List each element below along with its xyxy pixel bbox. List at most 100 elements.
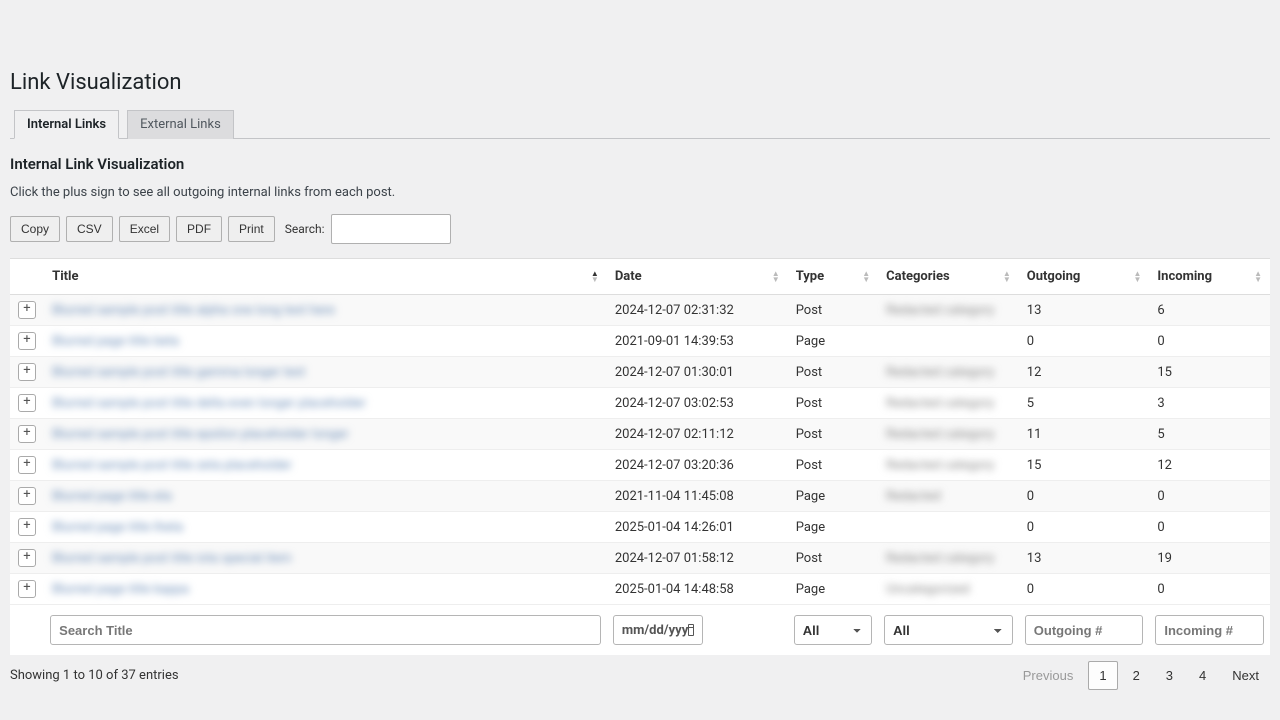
row-date: 2024-12-07 02:11:12	[607, 419, 788, 450]
pagination-next[interactable]: Next	[1221, 661, 1270, 690]
section-title: Internal Link Visualization	[10, 155, 1270, 173]
filter-categories-select[interactable]: All	[884, 615, 1013, 645]
sort-icon: ▲▼	[1254, 271, 1262, 283]
row-type: Post	[788, 295, 878, 326]
print-button[interactable]: Print	[228, 216, 275, 242]
expand-button[interactable]: +	[18, 332, 36, 350]
page-title: Link Visualization	[10, 70, 1270, 95]
row-incoming: 6	[1149, 295, 1270, 326]
row-categories: Redacted category	[886, 551, 994, 566]
expand-button[interactable]: +	[18, 580, 36, 598]
row-title[interactable]: Blurred sample post title gamma longer t…	[52, 365, 305, 380]
col-expand-header	[10, 259, 44, 295]
row-date: 2021-11-04 11:45:08	[607, 481, 788, 512]
sort-icon: ▲▼	[1003, 271, 1011, 283]
row-type: Post	[788, 388, 878, 419]
row-title[interactable]: Blurred page title kappa	[52, 582, 189, 597]
expand-button[interactable]: +	[18, 518, 36, 536]
csv-button[interactable]: CSV	[66, 216, 113, 242]
pagination-page-4[interactable]: 4	[1188, 661, 1217, 690]
col-date-header[interactable]: Date ▲▼	[607, 259, 788, 295]
row-title[interactable]: Blurred page title theta	[52, 520, 183, 535]
col-incoming-header[interactable]: Incoming ▲▼	[1149, 259, 1270, 295]
row-title[interactable]: Blurred sample post title zeta placehold…	[52, 458, 292, 473]
table-row: + Blurred sample post title alpha one lon…	[10, 295, 1270, 326]
expand-button[interactable]: +	[18, 301, 36, 319]
row-outgoing: 12	[1019, 357, 1150, 388]
expand-button[interactable]: +	[18, 363, 36, 381]
row-title[interactable]: Blurred page title beta	[52, 334, 179, 349]
row-incoming: 15	[1149, 357, 1270, 388]
pagination: Previous 1 2 3 4 Next	[1012, 661, 1270, 690]
filter-incoming-input[interactable]	[1155, 615, 1264, 645]
col-type-header[interactable]: Type ▲▼	[788, 259, 878, 295]
row-title[interactable]: Blurred sample post title delta even lon…	[52, 396, 366, 411]
entries-info: Showing 1 to 10 of 37 entries	[10, 668, 179, 683]
calendar-icon	[688, 624, 694, 636]
col-type-label: Type	[796, 269, 824, 284]
pagination-previous[interactable]: Previous	[1012, 661, 1085, 690]
row-incoming: 0	[1149, 481, 1270, 512]
filter-date-input[interactable]: mm/dd/yyy	[613, 615, 703, 645]
row-incoming: 3	[1149, 388, 1270, 419]
sort-icon: ▲▼	[772, 271, 780, 283]
row-title[interactable]: Blurred sample post title epsilon placeh…	[52, 427, 348, 442]
sort-icon: ▲▼	[591, 271, 599, 283]
row-type: Page	[788, 574, 878, 605]
table-row: + Blurred page title beta 2021-09-01 14:39…	[10, 326, 1270, 357]
pagination-page-3[interactable]: 3	[1155, 661, 1184, 690]
row-categories: Redacted	[886, 489, 941, 504]
row-incoming: 12	[1149, 450, 1270, 481]
filter-row: mm/dd/yyy All All	[10, 605, 1270, 656]
row-type: Post	[788, 543, 878, 574]
col-title-header[interactable]: Title ▲▼	[44, 259, 607, 295]
row-type: Post	[788, 419, 878, 450]
excel-button[interactable]: Excel	[119, 216, 170, 242]
row-categories: Uncategorized	[886, 582, 969, 597]
expand-button[interactable]: +	[18, 394, 36, 412]
row-incoming: 19	[1149, 543, 1270, 574]
row-categories: Redacted category	[886, 458, 994, 473]
row-incoming: 5	[1149, 419, 1270, 450]
row-date: 2025-01-04 14:26:01	[607, 512, 788, 543]
filter-title-input[interactable]	[50, 615, 601, 645]
toolbar: Copy CSV Excel PDF Print Search:	[10, 214, 1270, 244]
row-title[interactable]: Blurred sample post title alpha one long…	[52, 303, 334, 318]
row-date: 2021-09-01 14:39:53	[607, 326, 788, 357]
row-type: Page	[788, 512, 878, 543]
filter-type-select[interactable]: All	[794, 615, 872, 645]
search-input[interactable]	[331, 214, 451, 244]
copy-button[interactable]: Copy	[10, 216, 60, 242]
row-type: Post	[788, 450, 878, 481]
col-categories-header[interactable]: Categories ▲▼	[878, 259, 1019, 295]
row-outgoing: 13	[1019, 543, 1150, 574]
row-type: Page	[788, 481, 878, 512]
row-title[interactable]: Blurred sample post title iota special i…	[52, 551, 291, 566]
row-outgoing: 0	[1019, 481, 1150, 512]
links-table: Title ▲▼ Date ▲▼ Type ▲▼ Categories ▲▼ O…	[10, 258, 1270, 655]
row-categories: Redacted category	[886, 365, 994, 380]
row-title[interactable]: Blurred page title eta	[52, 489, 172, 504]
row-date: 2024-12-07 01:30:01	[607, 357, 788, 388]
row-date: 2024-12-07 03:02:53	[607, 388, 788, 419]
expand-button[interactable]: +	[18, 549, 36, 567]
expand-button[interactable]: +	[18, 456, 36, 474]
pagination-page-1[interactable]: 1	[1088, 661, 1117, 690]
tab-external-links[interactable]: External Links	[127, 110, 234, 139]
row-outgoing: 15	[1019, 450, 1150, 481]
expand-button[interactable]: +	[18, 487, 36, 505]
table-row: + Blurred page title eta 2021-11-04 11:45:…	[10, 481, 1270, 512]
row-outgoing: 11	[1019, 419, 1150, 450]
pdf-button[interactable]: PDF	[176, 216, 222, 242]
pagination-page-2[interactable]: 2	[1122, 661, 1151, 690]
tabs: Internal Links External Links	[10, 109, 1270, 139]
row-incoming: 0	[1149, 574, 1270, 605]
col-outgoing-header[interactable]: Outgoing ▲▼	[1019, 259, 1150, 295]
tab-internal-links[interactable]: Internal Links	[14, 110, 119, 139]
col-categories-label: Categories	[886, 269, 950, 284]
filter-outgoing-input[interactable]	[1025, 615, 1144, 645]
expand-button[interactable]: +	[18, 425, 36, 443]
row-categories: Redacted category	[886, 396, 994, 411]
table-row: +Blurred page title kappa2025-01-04 14:4…	[10, 574, 1270, 605]
row-outgoing: 0	[1019, 512, 1150, 543]
